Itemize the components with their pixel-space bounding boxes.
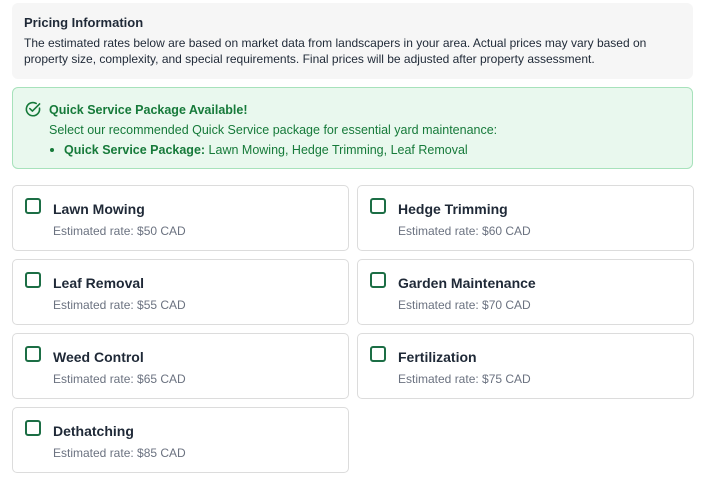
service-rate: Estimated rate: $65 CAD (53, 372, 186, 386)
bullet-icon (50, 147, 54, 152)
service-rate: Estimated rate: $85 CAD (53, 446, 186, 460)
service-checkbox[interactable] (25, 272, 41, 288)
service-card-weed-control[interactable]: Weed Control Estimated rate: $65 CAD (12, 333, 349, 399)
service-checkbox[interactable] (370, 346, 386, 362)
service-card-hedge-trimming[interactable]: Hedge Trimming Estimated rate: $60 CAD (357, 185, 694, 251)
service-checkbox[interactable] (370, 272, 386, 288)
service-name: Dethatching (53, 423, 134, 439)
service-checkbox[interactable] (370, 198, 386, 214)
service-rate: Estimated rate: $60 CAD (398, 224, 531, 238)
service-name: Lawn Mowing (53, 201, 145, 217)
service-card-dethatching[interactable]: Dethatching Estimated rate: $85 CAD (12, 407, 349, 473)
pricing-info-line-1: The estimated rates below are based on m… (24, 36, 647, 50)
service-name: Fertilization (398, 349, 477, 365)
pricing-info-line-2: property size, complexity, and special r… (24, 52, 595, 66)
service-card-lawn-mowing[interactable]: Lawn Mowing Estimated rate: $50 CAD (12, 185, 349, 251)
quick-service-banner: Quick Service Package Available! Select … (12, 87, 693, 169)
service-card-leaf-removal[interactable]: Leaf Removal Estimated rate: $55 CAD (12, 259, 349, 325)
service-rate: Estimated rate: $50 CAD (53, 224, 186, 238)
pricing-info-box: Pricing Information The estimated rates … (12, 3, 693, 79)
service-card-garden-maintenance[interactable]: Garden Maintenance Estimated rate: $70 C… (357, 259, 694, 325)
service-name: Garden Maintenance (398, 275, 536, 291)
service-rate: Estimated rate: $70 CAD (398, 298, 531, 312)
service-card-fertilization[interactable]: Fertilization Estimated rate: $75 CAD (357, 333, 694, 399)
quick-service-package-item: Quick Service Package: Lawn Mowing, Hedg… (49, 142, 468, 158)
quick-service-package-label: Quick Service Package: (64, 143, 206, 157)
service-rate: Estimated rate: $55 CAD (53, 298, 186, 312)
service-checkbox[interactable] (25, 346, 41, 362)
service-checkbox[interactable] (25, 420, 41, 436)
quick-service-package-services: Lawn Mowing, Hedge Trimming, Leaf Remova… (208, 143, 468, 157)
service-name: Weed Control (53, 349, 144, 365)
quick-service-title: Quick Service Package Available! (49, 103, 248, 117)
service-checkbox[interactable] (25, 198, 41, 214)
pricing-panel: Pricing Information The estimated rates … (0, 0, 717, 481)
check-circle-icon (25, 101, 41, 117)
service-name: Hedge Trimming (398, 201, 508, 217)
pricing-info-title: Pricing Information (24, 15, 144, 30)
service-name: Leaf Removal (53, 275, 145, 291)
quick-service-description: Select our recommended Quick Service pac… (49, 123, 498, 137)
service-rate: Estimated rate: $75 CAD (398, 372, 531, 386)
